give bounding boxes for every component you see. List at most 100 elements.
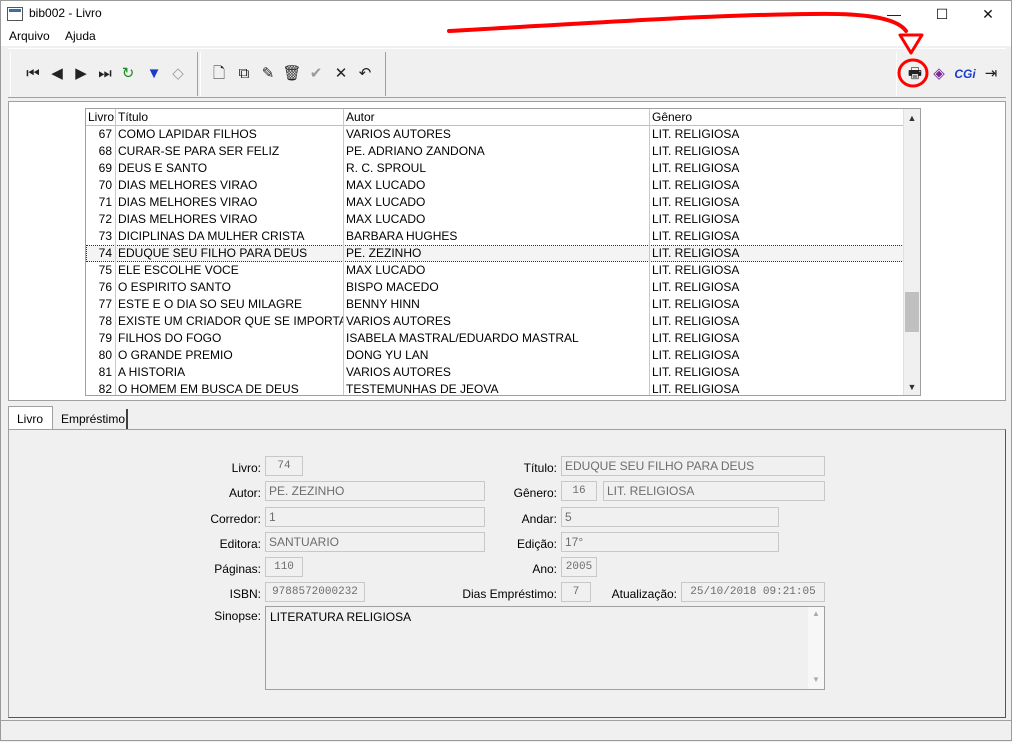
cell-titulo[interactable]: DEUS E SANTO bbox=[116, 160, 344, 177]
table-row[interactable]: 72 DIAS MELHORES VIRAO MAX LUCADO LIT. RELI… bbox=[86, 211, 904, 228]
last-record-icon[interactable]: ⏭ bbox=[95, 64, 115, 84]
table-row[interactable]: 80 O GRANDE PREMIO DONG YU LAN LIT. RELIGIO… bbox=[86, 347, 904, 364]
cell-genero[interactable]: LIT. RELIGIOSA bbox=[650, 262, 904, 279]
memo-scrollbar[interactable]: ▲ ▼ bbox=[808, 607, 824, 689]
editora-field[interactable]: SANTUARIO bbox=[265, 532, 485, 552]
cell-livro[interactable]: 81 bbox=[86, 364, 116, 381]
header-autor[interactable]: Autor bbox=[344, 109, 650, 126]
cell-livro[interactable]: 76 bbox=[86, 279, 116, 296]
tab-emprestimo[interactable]: Empréstimo bbox=[53, 409, 128, 430]
cell-genero[interactable]: LIT. RELIGIOSA bbox=[650, 160, 904, 177]
cell-autor[interactable]: TESTEMUNHAS DE JEOVA bbox=[344, 381, 650, 395]
cell-autor[interactable]: VARIOS AUTORES bbox=[344, 364, 650, 381]
table-row[interactable]: 71 DIAS MELHORES VIRAO MAX LUCADO LIT. RELI… bbox=[86, 194, 904, 211]
cell-titulo[interactable]: DICIPLINAS DA MULHER CRISTA bbox=[116, 228, 344, 245]
cell-autor[interactable]: BENNY HINN bbox=[344, 296, 650, 313]
cell-autor[interactable]: DONG YU LAN bbox=[344, 347, 650, 364]
cell-autor[interactable]: MAX LUCADO bbox=[344, 194, 650, 211]
cell-titulo[interactable]: DIAS MELHORES VIRAO bbox=[116, 194, 344, 211]
delete-record-icon[interactable]: 🗑 bbox=[282, 64, 302, 84]
cgi-icon[interactable]: CGi bbox=[951, 64, 979, 84]
scroll-up-icon[interactable]: ▲ bbox=[904, 110, 920, 126]
table-row[interactable]: 70 DIAS MELHORES VIRAO MAX LUCADO LIT. RELI… bbox=[86, 177, 904, 194]
corredor-field[interactable]: 1 bbox=[265, 507, 485, 527]
autor-field[interactable]: PE. ZEZINHO bbox=[265, 481, 485, 501]
first-record-icon[interactable]: ⏮ bbox=[23, 64, 43, 84]
cell-autor[interactable]: PE. ADRIANO ZANDONA bbox=[344, 143, 650, 160]
andar-field[interactable]: 5 bbox=[561, 507, 779, 527]
livro-field[interactable]: 74 bbox=[265, 456, 303, 476]
cell-autor[interactable]: ISABELA MASTRAL/EDUARDO MASTRAL bbox=[344, 330, 650, 347]
cell-genero[interactable]: LIT. RELIGIOSA bbox=[650, 245, 904, 262]
cell-genero[interactable]: LIT. RELIGIOSA bbox=[650, 313, 904, 330]
cell-genero[interactable]: LIT. RELIGIOSA bbox=[650, 347, 904, 364]
table-row[interactable]: 69 DEUS E SANTO R. C. SPROUL LIT. RELIGIOSA bbox=[86, 160, 904, 177]
undo-icon[interactable]: ↶ bbox=[355, 64, 375, 84]
cell-livro[interactable]: 67 bbox=[86, 126, 116, 143]
refresh-icon[interactable]: ↻ bbox=[118, 64, 138, 84]
cell-genero[interactable]: LIT. RELIGIOSA bbox=[650, 177, 904, 194]
table-row[interactable]: 82 O HOMEM EM BUSCA DE DEUS TESTEMUNHAS DE… bbox=[86, 381, 904, 395]
cell-autor[interactable]: VARIOS AUTORES bbox=[344, 313, 650, 330]
genero-code-field[interactable]: 16 bbox=[561, 481, 597, 501]
filter-icon[interactable]: ▼ bbox=[144, 64, 164, 84]
table-row[interactable]: 74 EDUQUE SEU FILHO PARA DEUS PE. ZEZINHO L… bbox=[86, 245, 904, 262]
book-icon[interactable]: ◈ bbox=[929, 64, 949, 84]
cell-autor[interactable]: MAX LUCADO bbox=[344, 211, 650, 228]
new-record-icon[interactable]: 🗋 bbox=[209, 64, 229, 84]
header-genero[interactable]: Gênero bbox=[650, 109, 904, 126]
table-row[interactable]: 67 COMO LAPIDAR FILHOS VARIOS AUTORES LIT. … bbox=[86, 126, 904, 143]
dias-emprestimo-field[interactable]: 7 bbox=[561, 582, 591, 602]
cell-autor[interactable]: PE. ZEZINHO bbox=[344, 245, 650, 262]
cell-titulo[interactable]: FILHOS DO FOGO bbox=[116, 330, 344, 347]
next-record-icon[interactable]: ▶ bbox=[71, 64, 91, 84]
copy-record-icon[interactable]: ⧉ bbox=[234, 64, 254, 84]
table-row[interactable]: 78 EXISTE UM CRIADOR QUE SE IMPORTA CO VAR… bbox=[86, 313, 904, 330]
cell-autor[interactable]: MAX LUCADO bbox=[344, 177, 650, 194]
cell-genero[interactable]: LIT. RELIGIOSA bbox=[650, 381, 904, 395]
cell-genero[interactable]: LIT. RELIGIOSA bbox=[650, 330, 904, 347]
paginas-field[interactable]: 110 bbox=[265, 557, 303, 577]
table-row[interactable]: 79 FILHOS DO FOGO ISABELA MASTRAL/EDUARDO … bbox=[86, 330, 904, 347]
memo-scroll-up-icon[interactable]: ▲ bbox=[808, 609, 824, 618]
cell-genero[interactable]: LIT. RELIGIOSA bbox=[650, 296, 904, 313]
grid-scrollbar[interactable]: ▲ ▼ bbox=[903, 109, 920, 395]
cell-livro[interactable]: 80 bbox=[86, 347, 116, 364]
cell-livro[interactable]: 74 bbox=[86, 245, 116, 262]
menu-arquivo[interactable]: Arquivo bbox=[9, 29, 50, 43]
cell-livro[interactable]: 77 bbox=[86, 296, 116, 313]
menu-ajuda[interactable]: Ajuda bbox=[65, 29, 96, 43]
cell-titulo[interactable]: DIAS MELHORES VIRAO bbox=[116, 211, 344, 228]
table-row[interactable]: 77 ESTE E O DIA SO SEU MILAGRE BENNY HINN L… bbox=[86, 296, 904, 313]
minimize-button[interactable]: — bbox=[871, 1, 917, 28]
books-grid[interactable]: Livro Título Autor Gênero 67 COMO LAPIDAR… bbox=[85, 108, 921, 396]
cell-livro[interactable]: 72 bbox=[86, 211, 116, 228]
cell-autor[interactable]: VARIOS AUTORES bbox=[344, 126, 650, 143]
cell-titulo[interactable]: EDUQUE SEU FILHO PARA DEUS bbox=[116, 245, 344, 262]
cell-livro[interactable]: 71 bbox=[86, 194, 116, 211]
cell-livro[interactable]: 82 bbox=[86, 381, 116, 395]
table-row[interactable]: 81 A HISTORIA VARIOS AUTORES LIT. RELIGIOSA bbox=[86, 364, 904, 381]
cell-livro[interactable]: 79 bbox=[86, 330, 116, 347]
table-row[interactable]: 73 DICIPLINAS DA MULHER CRISTA BARBARA HUG… bbox=[86, 228, 904, 245]
cell-genero[interactable]: LIT. RELIGIOSA bbox=[650, 194, 904, 211]
memo-scroll-down-icon[interactable]: ▼ bbox=[808, 675, 824, 684]
edit-record-icon[interactable]: ✎ bbox=[258, 64, 278, 84]
sinopse-memo[interactable]: LITERATURA RELIGIOSA ▲ ▼ bbox=[265, 606, 825, 690]
cell-autor[interactable]: BARBARA HUGHES bbox=[344, 228, 650, 245]
atualizacao-field[interactable]: 25/10/2018 09:21:05 bbox=[681, 582, 825, 602]
titulo-field[interactable]: EDUQUE SEU FILHO PARA DEUS bbox=[561, 456, 825, 476]
cell-genero[interactable]: LIT. RELIGIOSA bbox=[650, 228, 904, 245]
cell-titulo[interactable]: ESTE E O DIA SO SEU MILAGRE bbox=[116, 296, 344, 313]
prior-record-icon[interactable]: ◀ bbox=[47, 64, 67, 84]
table-row[interactable]: 68 CURAR-SE PARA SER FELIZ PE. ADRIANO ZAN… bbox=[86, 143, 904, 160]
cell-autor[interactable]: MAX LUCADO bbox=[344, 262, 650, 279]
cell-livro[interactable]: 68 bbox=[86, 143, 116, 160]
isbn-field[interactable]: 9788572000232 bbox=[265, 582, 365, 602]
print-icon[interactable]: 🖶 bbox=[905, 64, 925, 84]
cell-titulo[interactable]: O GRANDE PREMIO bbox=[116, 347, 344, 364]
cell-genero[interactable]: LIT. RELIGIOSA bbox=[650, 364, 904, 381]
cell-livro[interactable]: 73 bbox=[86, 228, 116, 245]
cell-livro[interactable]: 78 bbox=[86, 313, 116, 330]
exit-icon[interactable]: ⇥ bbox=[981, 64, 1001, 84]
